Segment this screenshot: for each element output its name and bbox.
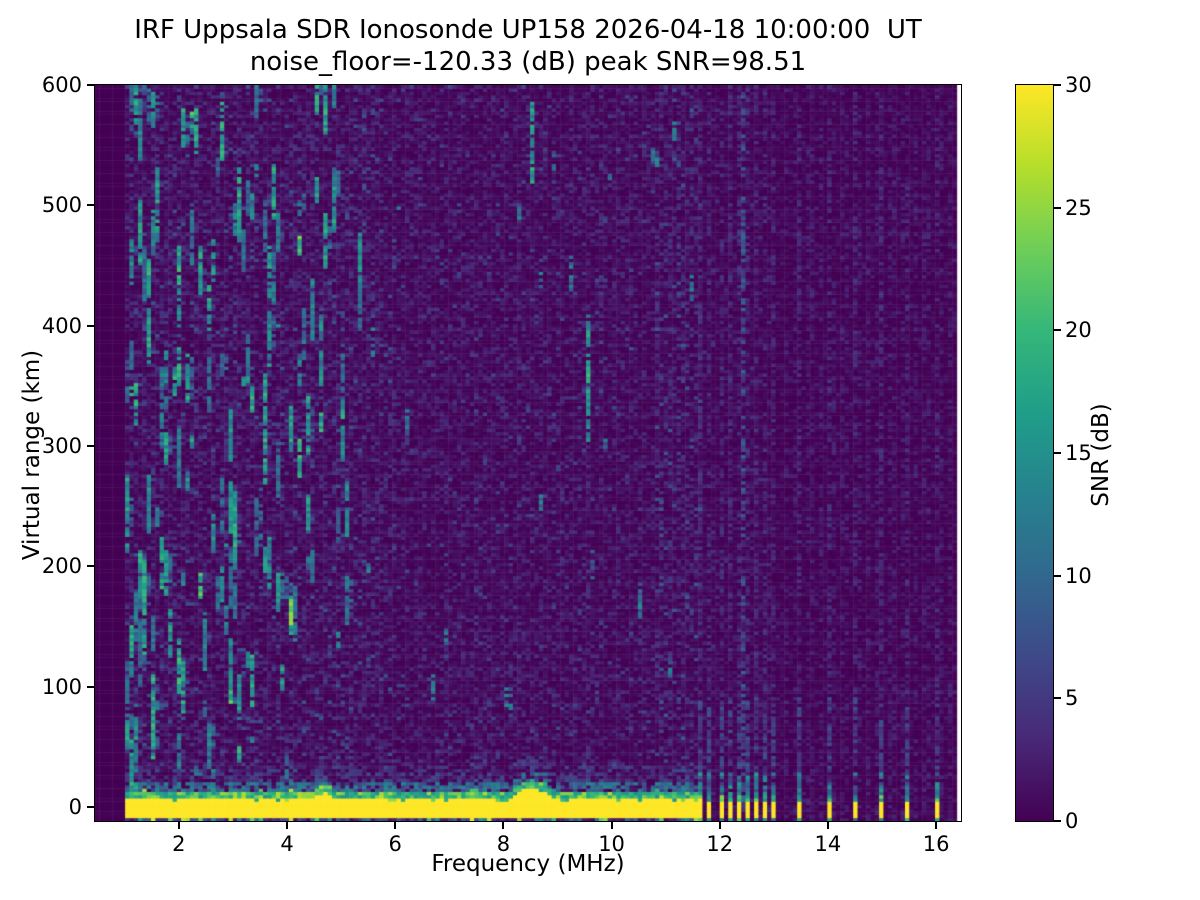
colorbar-tick-label: 5 bbox=[1065, 684, 1078, 712]
ionogram-figure: IRF Uppsala SDR Ionosonde UP158 2026-04-… bbox=[0, 0, 1200, 900]
x-tick-label: 6 bbox=[389, 831, 402, 857]
colorbar-tick-label: 25 bbox=[1065, 194, 1092, 222]
x-tick-label: 2 bbox=[172, 831, 185, 857]
x-tick-mark bbox=[502, 822, 504, 829]
x-tick-mark bbox=[827, 822, 829, 829]
colorbar-tick-mark bbox=[1054, 207, 1061, 209]
y-tick-mark bbox=[87, 84, 94, 86]
colorbar-tick-mark bbox=[1054, 329, 1061, 331]
y-tick-label: 400 bbox=[14, 312, 82, 340]
colorbar-tick-label: 0 bbox=[1065, 807, 1078, 835]
x-tick-label: 16 bbox=[923, 831, 950, 857]
x-tick-mark bbox=[611, 822, 613, 829]
colorbar-tick-label: 20 bbox=[1065, 316, 1092, 344]
y-tick-mark bbox=[87, 445, 94, 447]
y-tick-mark bbox=[87, 806, 94, 808]
x-tick-label: 8 bbox=[497, 831, 510, 857]
colorbar-tick-mark bbox=[1054, 820, 1061, 822]
colorbar bbox=[1015, 84, 1054, 822]
colorbar-tick-mark bbox=[1054, 84, 1061, 86]
y-tick-label: 500 bbox=[14, 191, 82, 219]
y-tick-label: 200 bbox=[14, 552, 82, 580]
y-tick-mark bbox=[87, 565, 94, 567]
x-tick-mark bbox=[178, 822, 180, 829]
colorbar-gradient bbox=[1016, 85, 1053, 821]
spectrogram-heatmap bbox=[95, 85, 961, 821]
colorbar-tick-mark bbox=[1054, 452, 1061, 454]
colorbar-tick-mark bbox=[1054, 697, 1061, 699]
y-tick-label: 600 bbox=[14, 71, 82, 99]
colorbar-tick-label: 30 bbox=[1065, 71, 1092, 99]
x-tick-mark bbox=[286, 822, 288, 829]
chart-title: IRF Uppsala SDR Ionosonde UP158 2026-04-… bbox=[95, 14, 961, 46]
x-tick-label: 10 bbox=[598, 831, 625, 857]
y-tick-mark bbox=[87, 325, 94, 327]
x-tick-label: 12 bbox=[706, 831, 733, 857]
colorbar-tick-mark bbox=[1054, 575, 1061, 577]
y-tick-mark bbox=[87, 204, 94, 206]
x-tick-label: 4 bbox=[280, 831, 293, 857]
y-tick-label: 100 bbox=[14, 673, 82, 701]
chart-subtitle: noise_floor=-120.33 (dB) peak SNR=98.51 bbox=[95, 46, 961, 78]
y-tick-mark bbox=[87, 686, 94, 688]
x-tick-mark bbox=[719, 822, 721, 829]
colorbar-tick-label: 10 bbox=[1065, 562, 1092, 590]
x-tick-label: 14 bbox=[815, 831, 842, 857]
y-tick-label: 0 bbox=[14, 793, 82, 821]
x-tick-mark bbox=[935, 822, 937, 829]
y-tick-label: 300 bbox=[14, 432, 82, 460]
colorbar-tick-label: 15 bbox=[1065, 439, 1092, 467]
colorbar-label: SNR (dB) bbox=[1088, 305, 1118, 605]
x-tick-mark bbox=[394, 822, 396, 829]
